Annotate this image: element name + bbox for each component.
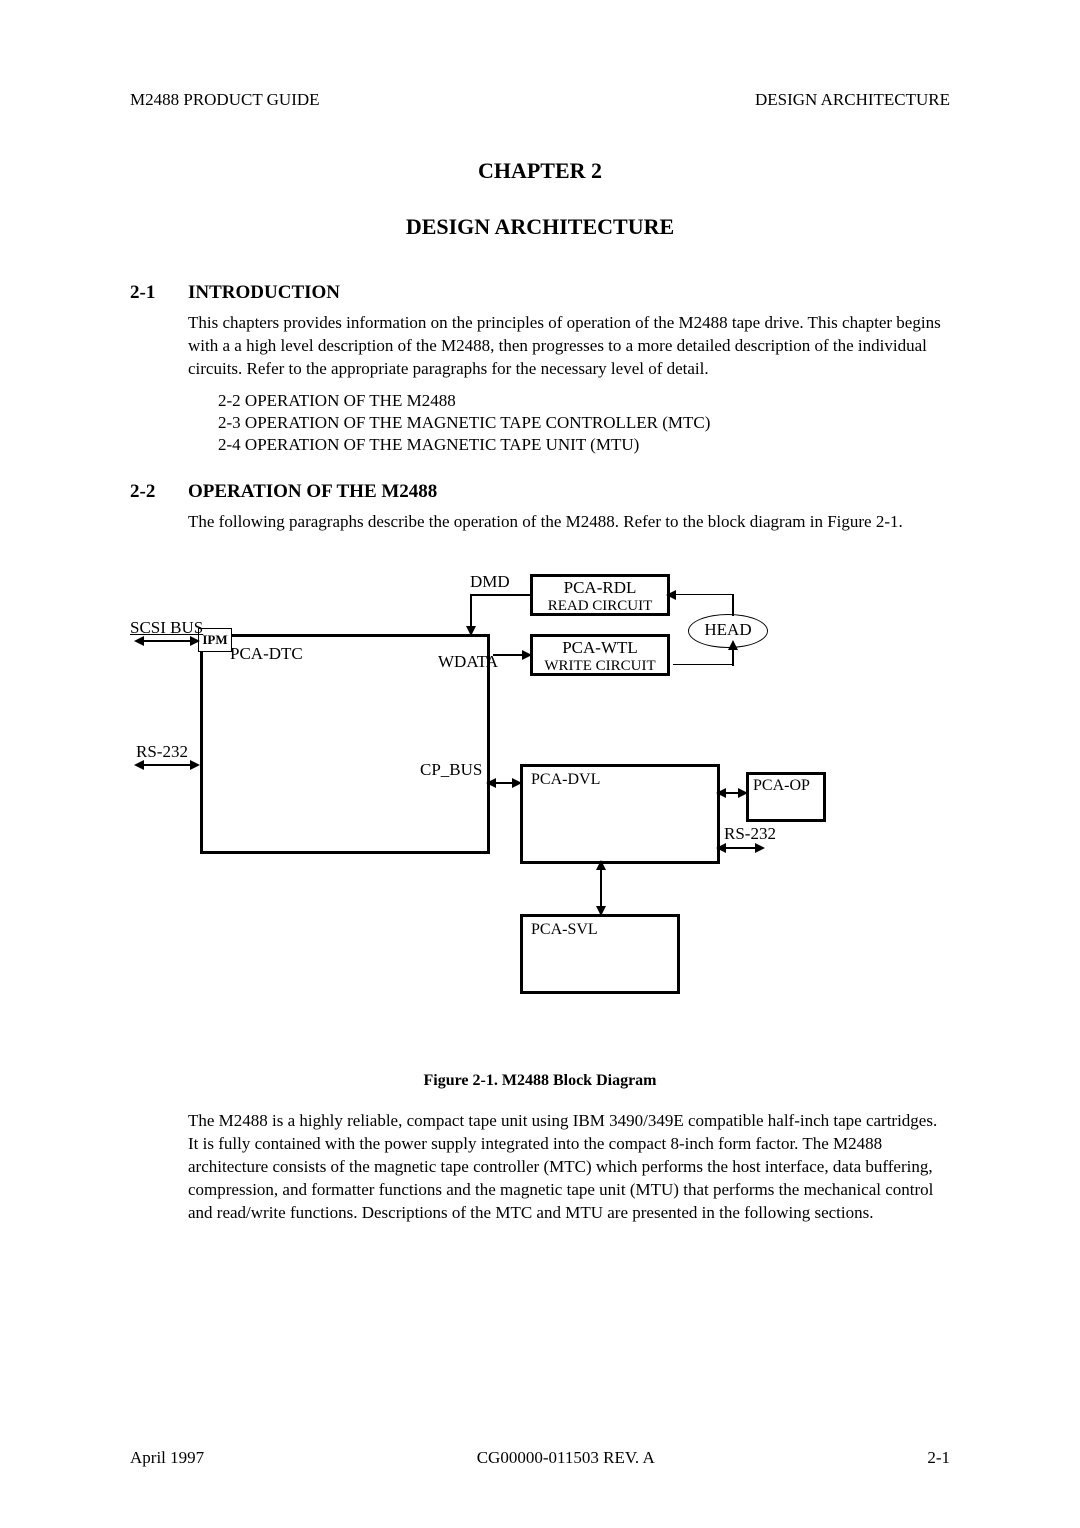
block-diagram: PCA-DTC IPM SCSI BUS RS-232 PCA-RDL READ…: [130, 564, 950, 1054]
connector-dmd-h: [470, 594, 530, 596]
label-read-circuit: READ CIRCUIT: [533, 598, 667, 615]
box-pca-rdl: PCA-RDL READ CIRCUIT: [530, 574, 670, 616]
body-after-figure: The M2488 is a highly reliable, compact …: [188, 1110, 950, 1225]
arrowhead-icon: [596, 906, 606, 916]
label-rs232-left: RS-232: [136, 742, 188, 762]
footer-center: CG00000-011503 REV. A: [477, 1448, 655, 1468]
arrowhead-icon: [738, 788, 748, 798]
section-heading-2-1: 2-1 INTRODUCTION: [130, 282, 950, 304]
section-heading-2-2: 2-2 OPERATION OF THE M2488: [130, 481, 950, 503]
box-pca-op: PCA-OP: [746, 772, 826, 822]
label-pca-rdl: PCA-RDL: [533, 578, 667, 598]
arrowhead-icon: [522, 650, 532, 660]
page-header: M2488 PRODUCT GUIDE DESIGN ARCHITECTURE: [130, 90, 950, 110]
page: M2488 PRODUCT GUIDE DESIGN ARCHITECTURE …: [0, 0, 1080, 1528]
label-pca-svl: PCA-SVL: [531, 921, 598, 938]
arrowhead-icon: [596, 860, 606, 870]
section-title: INTRODUCTION: [188, 282, 340, 304]
label-pca-dtc: PCA-DTC: [230, 644, 303, 664]
connector-wtl-head: [673, 664, 733, 666]
chapter-label: CHAPTER 2: [130, 158, 950, 184]
section-number: 2-1: [130, 282, 188, 304]
arrowhead-icon: [716, 788, 726, 798]
box-pca-wtl: PCA-WTL WRITE CIRCUIT: [530, 634, 670, 676]
header-left: M2488 PRODUCT GUIDE: [130, 90, 320, 110]
connector-rdl-head-v: [732, 594, 734, 616]
toc-item: 2-4 OPERATION OF THE MAGNETIC TAPE UNIT …: [218, 435, 950, 455]
arrowhead-icon: [512, 778, 522, 788]
section-number: 2-2: [130, 481, 188, 503]
box-pca-dvl: PCA-DVL: [520, 764, 720, 864]
arrowhead-icon: [666, 590, 676, 600]
arrowhead-icon: [466, 626, 476, 636]
arrowhead-icon: [190, 760, 200, 770]
header-right: DESIGN ARCHITECTURE: [755, 90, 950, 110]
label-write-circuit: WRITE CIRCUIT: [533, 658, 667, 675]
section-body: This chapters provides information on th…: [188, 312, 950, 381]
section-title: OPERATION OF THE M2488: [188, 481, 437, 503]
label-ipm: IPM: [202, 632, 227, 647]
label-wdata: WDATA: [438, 652, 498, 672]
page-footer: April 1997 CG00000-011503 REV. A 2-1: [130, 1448, 950, 1468]
footer-right: 2-1: [927, 1448, 950, 1468]
arrowhead-icon: [755, 843, 765, 853]
arrowhead-icon: [728, 640, 738, 650]
label-head: HEAD: [704, 620, 751, 639]
label-dmd: DMD: [470, 572, 510, 592]
arrowhead-icon: [716, 843, 726, 853]
label-pca-op: PCA-OP: [753, 777, 810, 794]
footer-left: April 1997: [130, 1448, 204, 1468]
label-cpbus: CP_BUS: [420, 760, 482, 780]
connector-rdl-head: [673, 594, 733, 596]
toc-item: 2-3 OPERATION OF THE MAGNETIC TAPE CONTR…: [218, 413, 950, 433]
label-rs232-right: RS-232: [724, 824, 776, 844]
section-body: The following paragraphs describe the op…: [188, 511, 950, 534]
toc-item: 2-2 OPERATION OF THE M2488: [218, 391, 950, 411]
arrowhead-icon: [486, 778, 496, 788]
page-title: DESIGN ARCHITECTURE: [130, 214, 950, 240]
label-pca-dvl: PCA-DVL: [531, 771, 600, 788]
box-pca-svl: PCA-SVL: [520, 914, 680, 994]
label-scsi-bus: SCSI BUS: [130, 618, 203, 638]
figure-caption: Figure 2-1. M2488 Block Diagram: [130, 1072, 950, 1090]
label-pca-wtl: PCA-WTL: [533, 638, 667, 658]
